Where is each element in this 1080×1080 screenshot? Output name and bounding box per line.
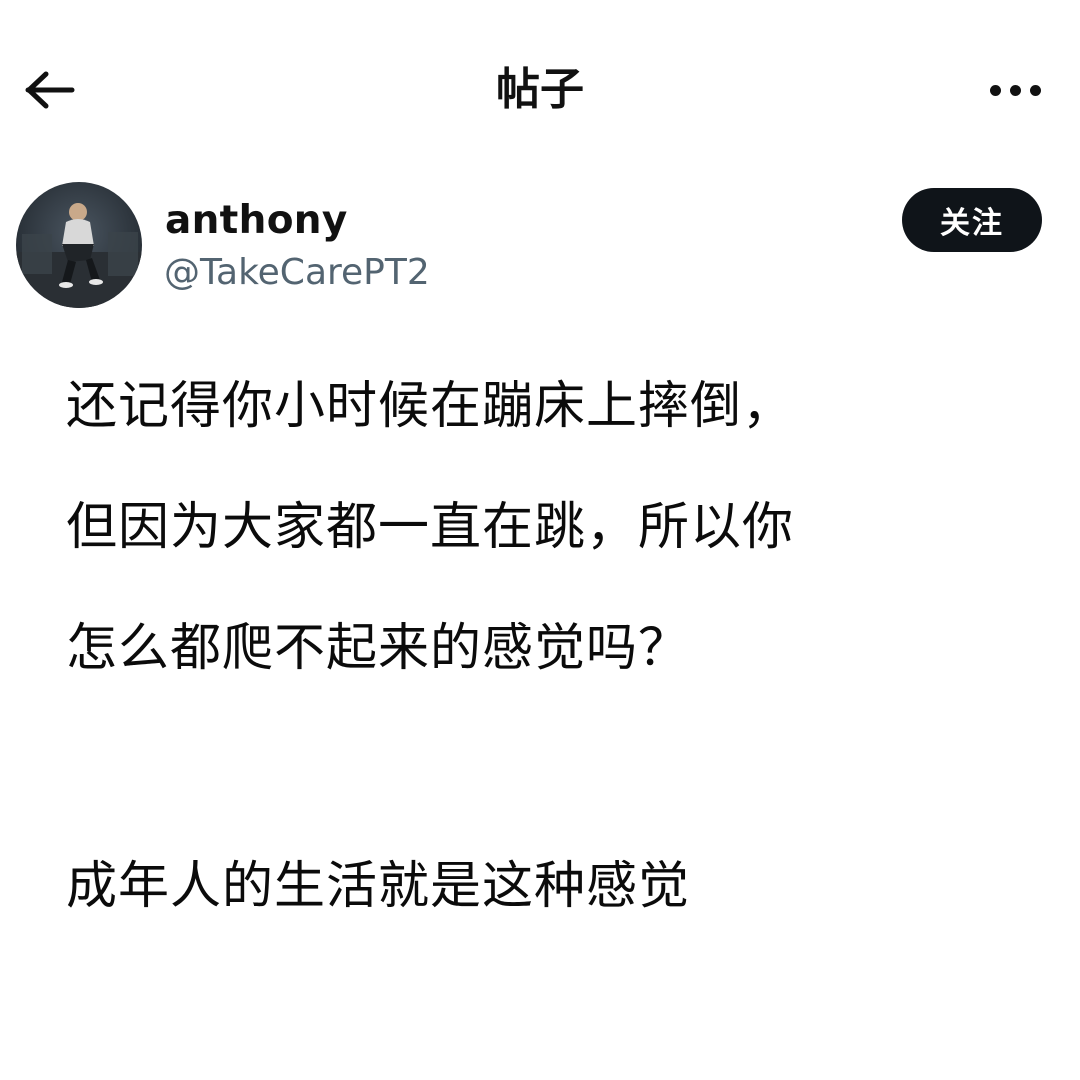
top-app-bar: 帖子 [0,0,1080,180]
post-text: 还记得你小时候在蹦床上摔倒， 但因为大家都一直在跳，所以你 怎么都爬不起来的感觉… [66,378,1046,979]
follow-button[interactable]: 关注 [902,188,1042,252]
author-handle[interactable]: @TakeCarePT2 [164,252,430,293]
author-display-name[interactable]: anthony [165,198,348,243]
post-text-line: 成年人的生活就是这种感觉 [66,857,691,916]
more-horizontal-icon-dot [1009,84,1021,96]
more-options-button[interactable] [980,58,1050,122]
avatar[interactable] [16,182,142,308]
avatar-image [16,182,142,308]
more-horizontal-icon-dot [1029,84,1041,96]
post-author: anthony @TakeCarePT2 关注 [0,180,1080,310]
post-text-line: 但因为大家都一直在跳，所以你 [66,498,795,557]
more-horizontal-icon [989,84,1001,96]
page-title: 帖子 [496,64,584,115]
post-text-line: 怎么都爬不起来的感觉吗？ [66,619,691,678]
paragraph-break [66,741,1046,858]
post-text-line: 还记得你小时候在蹦床上摔倒， [66,377,795,436]
